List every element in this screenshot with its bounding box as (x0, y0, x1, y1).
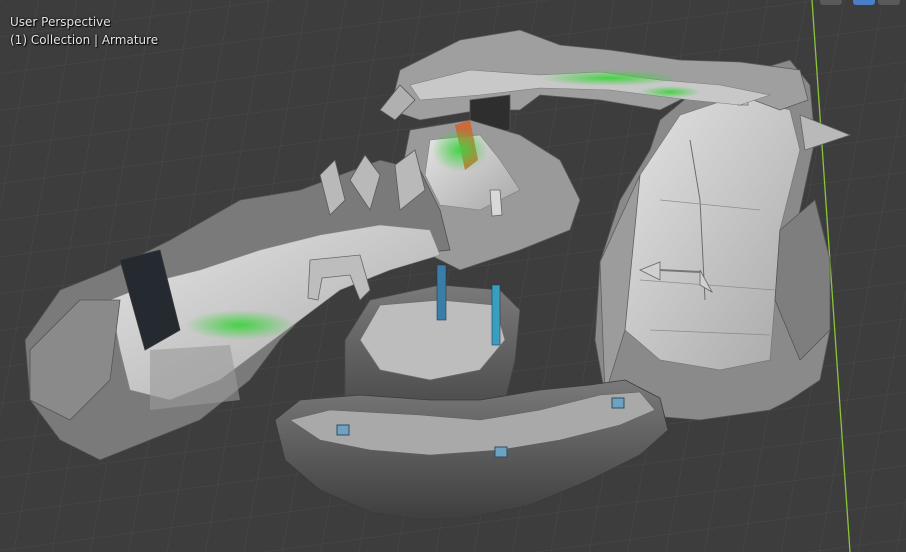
perspective-toggle-icon[interactable] (853, 0, 875, 5)
green-path-middle (432, 128, 488, 172)
lamp-2 (494, 446, 508, 458)
scene-render[interactable] (0, 0, 906, 552)
camera-toggle-icon[interactable] (820, 0, 842, 5)
lamp-1 (336, 424, 350, 436)
green-path-top (540, 70, 680, 86)
lamp-3 (611, 397, 625, 409)
green-path-lower (185, 310, 295, 340)
collection-info-label: (1) Collection | Armature (10, 33, 159, 47)
blue-banner-right (491, 284, 501, 346)
3d-viewport[interactable]: User Perspective (1) Collection | Armatu… (0, 0, 906, 552)
blue-banner-left (436, 264, 447, 321)
hand-pan-icon[interactable] (878, 0, 900, 5)
view-name-label: User Perspective (10, 15, 111, 29)
